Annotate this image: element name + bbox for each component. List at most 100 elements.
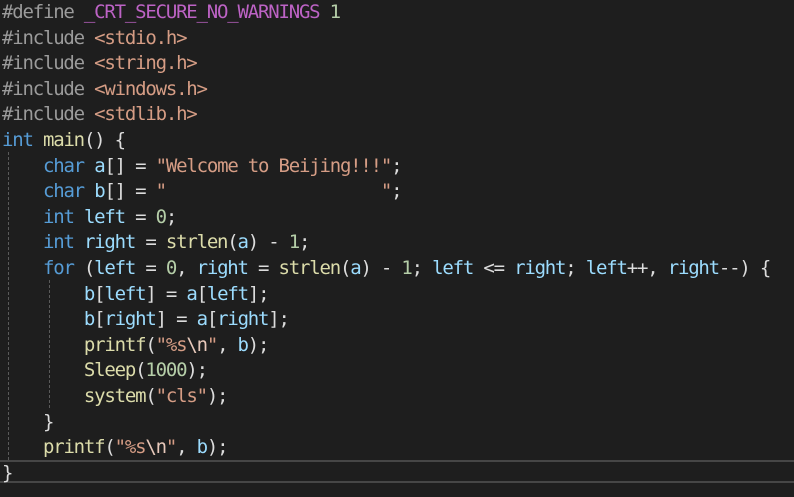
code-token: <windows.h> <box>94 77 208 100</box>
code-line-13[interactable]: b[right] = a[right]; <box>0 307 290 333</box>
code-token: [ <box>196 282 208 305</box>
code-line-7[interactable]: char a[] = "Welcome to Beijing!!!"; <box>0 154 403 180</box>
code-token: #include <box>2 52 95 75</box>
code-token: right <box>667 257 720 279</box>
code-token: strlen <box>278 257 342 279</box>
code-token: ]; <box>268 308 290 331</box>
code-token: b <box>83 308 95 331</box>
code-token: ] = <box>145 282 187 305</box>
code-token: int <box>42 205 75 228</box>
code-token: [ <box>206 308 218 331</box>
code-token: --) { <box>718 257 771 279</box>
code-token: ]; <box>247 282 270 305</box>
code-token: " <box>206 333 218 356</box>
code-token: = <box>135 231 166 254</box>
code-token: _CRT_SECURE_NO_WARNINGS <box>83 1 321 23</box>
code-token: , <box>176 257 197 279</box>
code-line-8[interactable]: char b[] = " "; <box>0 179 403 205</box>
code-token: left <box>206 282 249 305</box>
code-line-14[interactable]: printf("%s\n", b); <box>0 333 270 359</box>
code-token: a <box>94 154 105 177</box>
code-token: ; <box>565 257 586 279</box>
code-line-15[interactable]: Sleep(1000); <box>0 358 208 384</box>
code-token: char <box>42 180 85 203</box>
code-token: \n <box>186 333 208 356</box>
code-token: " <box>165 436 177 459</box>
code-token: , <box>217 333 238 356</box>
code-token: ( <box>145 333 156 356</box>
code-line-11[interactable]: for (left = 0, right = strlen(a) - 1; le… <box>0 256 771 282</box>
code-token: 1000 <box>145 359 187 382</box>
code-line-19[interactable]: } <box>0 461 13 487</box>
code-line-5[interactable]: #include <stdlib.h> <box>0 102 198 128</box>
code-token: a <box>186 282 197 305</box>
code-token: int <box>42 231 75 254</box>
code-token: ( <box>339 257 351 279</box>
code-token: ( <box>145 385 156 407</box>
code-token: } <box>2 410 54 433</box>
code-line-10[interactable]: int right = strlen(a) - 1; <box>0 230 311 256</box>
code-token: [ <box>94 308 105 331</box>
code-token: right <box>104 308 156 331</box>
code-line-3[interactable]: #include <string.h> <box>0 51 198 77</box>
code-token: () { <box>83 129 126 151</box>
code-token: b <box>94 180 105 203</box>
code-token: ( <box>135 359 146 382</box>
code-token: ( <box>73 257 95 279</box>
code-token: ] = <box>155 308 197 331</box>
code-token: system <box>83 385 147 407</box>
code-token: int <box>2 129 34 151</box>
code-token: b <box>237 333 249 356</box>
code-token: } <box>2 461 13 484</box>
code-token: [ <box>94 282 105 305</box>
code-token: left <box>432 257 474 279</box>
code-token: right <box>514 257 566 279</box>
code-token: ; <box>391 180 402 203</box>
code-token: [] = <box>104 154 156 177</box>
code-line-16[interactable]: system("cls"); <box>0 384 229 410</box>
code-token: left <box>585 257 628 279</box>
code-token: left <box>94 257 136 279</box>
code-token: = <box>247 257 279 279</box>
code-token: a <box>237 231 249 254</box>
code-token: "Welcome to Beijing!!!" <box>155 154 393 177</box>
code-token: Sleep <box>83 359 136 382</box>
code-line-9[interactable]: int left = 0; <box>0 205 177 231</box>
code-token: <= <box>473 257 515 279</box>
code-line-12[interactable]: b[left] = a[left]; <box>0 282 270 308</box>
code-line-1[interactable]: #define _CRT_SECURE_NO_WARNINGS 1 <box>0 0 341 26</box>
code-token: = <box>124 205 156 228</box>
code-line-17[interactable]: } <box>0 410 54 436</box>
code-token: <stdio.h> <box>94 26 187 49</box>
code-token: ); <box>186 359 208 382</box>
code-token: #include <box>2 26 95 49</box>
code-token: = <box>135 257 166 279</box>
code-line-2[interactable]: #include <stdio.h> <box>0 26 188 52</box>
code-token: ; <box>391 154 402 177</box>
code-token: " " <box>155 180 393 203</box>
code-line-6[interactable]: int main() { <box>0 128 126 154</box>
code-line-4[interactable]: #include <windows.h> <box>0 77 208 103</box>
code-token: ); <box>206 436 229 459</box>
code-token: 0 <box>165 257 177 279</box>
code-token: a <box>350 257 361 279</box>
code-token: ; <box>165 205 177 228</box>
code-token: b <box>83 282 95 305</box>
code-token: \n <box>145 436 167 459</box>
code-editor[interactable]: #define _CRT_SECURE_NO_WARNINGS 1 #inclu… <box>0 0 794 497</box>
code-token: <stdlib.h> <box>94 103 198 126</box>
code-line-18[interactable]: printf("%s\n", b); <box>0 435 229 461</box>
code-token: printf <box>42 436 106 459</box>
code-token: printf <box>83 333 147 356</box>
